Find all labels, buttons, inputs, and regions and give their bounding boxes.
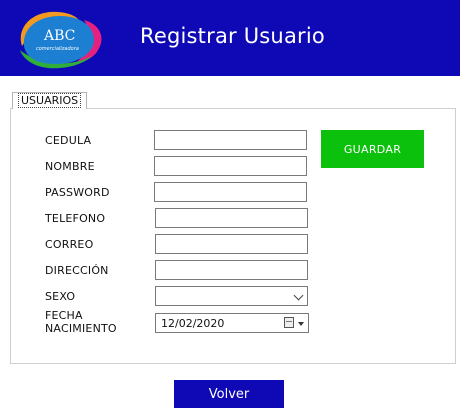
calendar-icon bbox=[284, 317, 294, 328]
dropdown-arrow-icon bbox=[298, 322, 304, 326]
chevron-down-icon bbox=[293, 290, 304, 301]
volver-button[interactable]: Volver bbox=[174, 380, 284, 408]
nombre-label: NOMBRE bbox=[45, 160, 95, 173]
password-label: PASSWORD bbox=[45, 186, 110, 199]
page-title: Registrar Usuario bbox=[140, 24, 325, 48]
sexo-label: SEXO bbox=[45, 290, 76, 303]
abc-logo: ABC comercializadora bbox=[20, 11, 102, 69]
guardar-button[interactable]: GUARDAR bbox=[321, 130, 424, 168]
nombre-input[interactable] bbox=[154, 156, 307, 176]
telefono-label: TELEFONO bbox=[45, 212, 106, 225]
logo-text: ABC bbox=[43, 28, 75, 44]
telefono-input[interactable] bbox=[155, 208, 308, 228]
cedula-input[interactable] bbox=[154, 130, 307, 150]
logo-subtext: comercializadora bbox=[36, 46, 79, 52]
correo-input[interactable] bbox=[155, 234, 308, 254]
password-input[interactable] bbox=[154, 182, 307, 202]
fecha-nacimiento-picker[interactable]: 12/02/2020 bbox=[155, 313, 309, 333]
tab-usuarios[interactable]: USUARIOS bbox=[12, 92, 88, 109]
fecha-label-line1: FECHA bbox=[45, 309, 83, 322]
direccion-label: DIRECCIÓN bbox=[45, 264, 109, 277]
tab-usuarios-label: USUARIOS bbox=[18, 93, 82, 108]
fecha-label-line2: NACIMIENTO bbox=[45, 322, 117, 335]
fecha-label: FECHA NACIMIENTO bbox=[45, 309, 117, 335]
header-bar: ABC comercializadora Registrar Usuario bbox=[0, 0, 460, 76]
fecha-value: 12/02/2020 bbox=[161, 317, 225, 330]
direccion-input[interactable] bbox=[155, 260, 308, 280]
correo-label: CORREO bbox=[45, 238, 94, 251]
sexo-select[interactable] bbox=[155, 286, 308, 306]
cedula-label: CEDULA bbox=[45, 134, 92, 147]
